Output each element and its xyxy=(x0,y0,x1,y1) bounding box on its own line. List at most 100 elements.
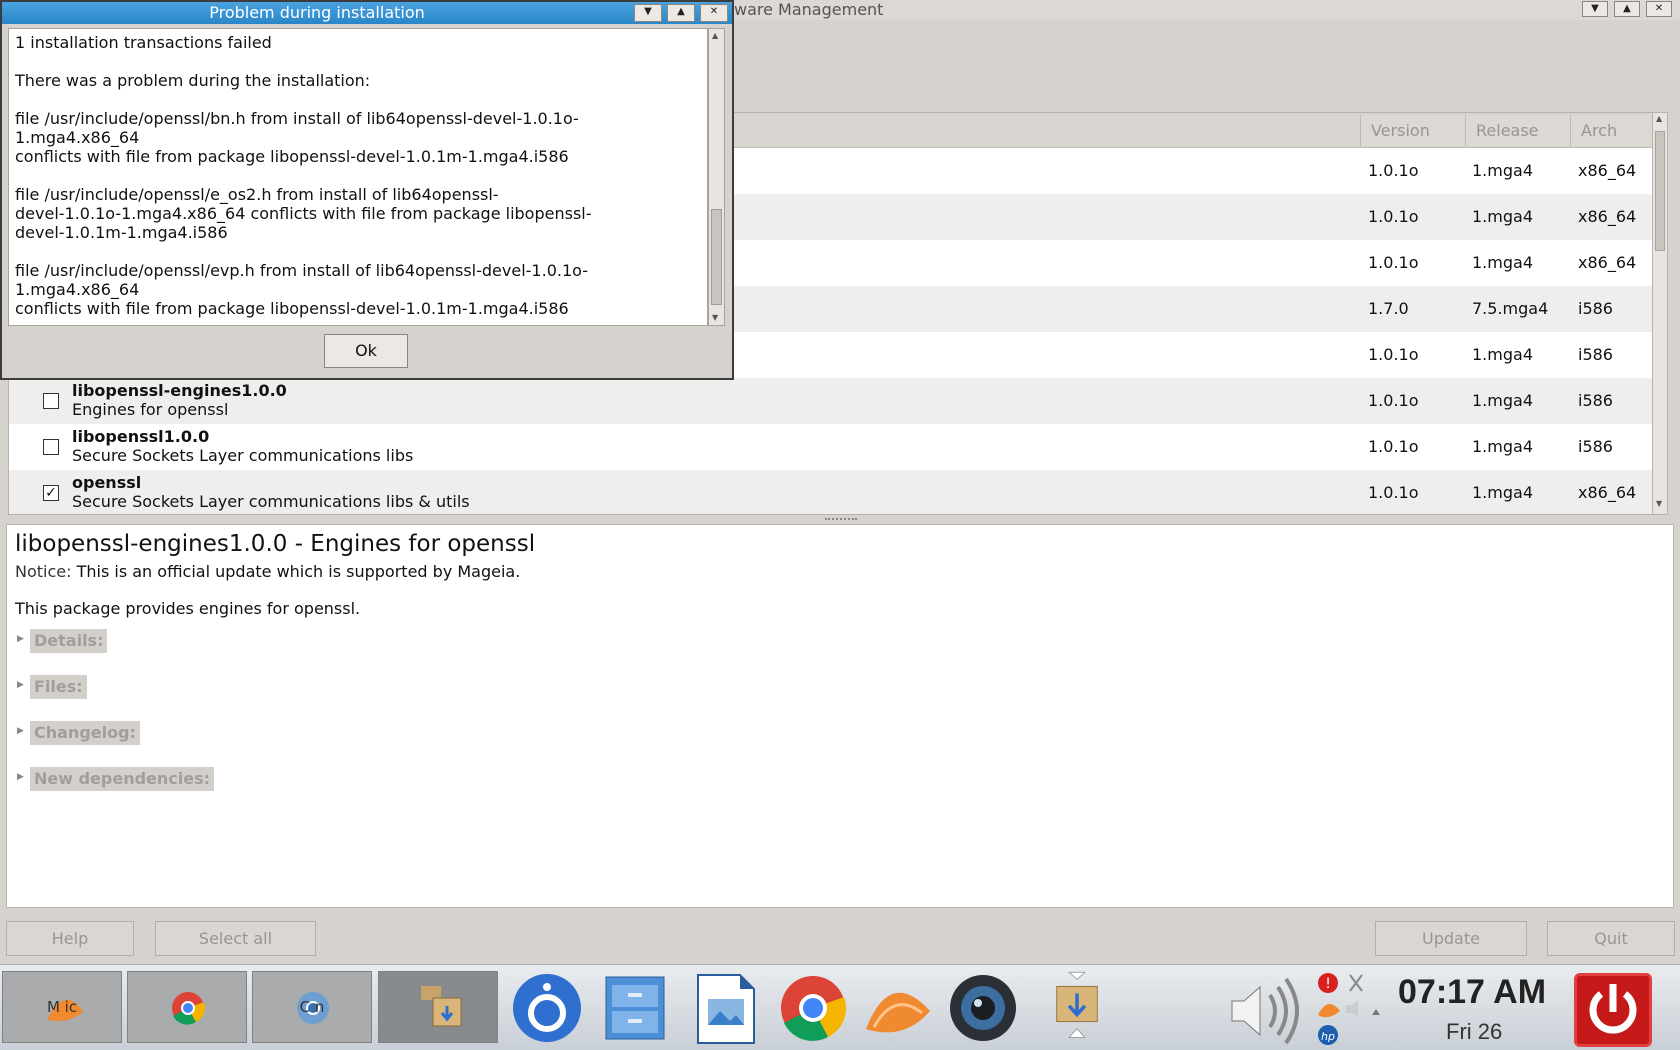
scrollbar-thumb[interactable] xyxy=(711,209,722,305)
svg-text:!: ! xyxy=(1325,976,1331,992)
clementine-icon[interactable] xyxy=(860,971,934,1045)
expander-label: Files: xyxy=(30,675,87,699)
expander-arrow-icon: ▶ xyxy=(17,634,24,644)
version-cell: 1.0.1o xyxy=(1368,437,1419,456)
arch-cell: x86_64 xyxy=(1578,207,1637,226)
arch-cell: x86_64 xyxy=(1578,253,1637,272)
version-cell: 1.0.1o xyxy=(1368,345,1419,364)
release-cell: 1.mga4 xyxy=(1472,345,1533,364)
error-message-text: 1 installation transactions failed There… xyxy=(8,28,708,326)
description-notice: Notice: This is an official update which… xyxy=(15,562,520,582)
column-version[interactable]: Version xyxy=(1360,115,1465,146)
expander-arrow-icon: ▶ xyxy=(17,726,24,736)
dialog-close-button[interactable]: ✕ xyxy=(700,4,728,22)
error-dialog: Problem during installation ▼ ▲ ✕ 1 inst… xyxy=(0,0,734,380)
package-installer-icon xyxy=(421,986,462,1027)
close-button[interactable]: ✕ xyxy=(1646,1,1672,17)
arch-cell: i586 xyxy=(1578,437,1613,456)
writer-icon[interactable] xyxy=(688,971,762,1045)
power-button[interactable] xyxy=(1574,973,1652,1047)
select-all-button[interactable]: Select all xyxy=(155,921,316,956)
release-cell: 7.5.mga4 xyxy=(1472,299,1549,318)
package-summary: Engines for openssl xyxy=(72,400,229,419)
dialog-maximize-button[interactable]: ▲ xyxy=(667,4,695,22)
description-title: libopenssl-engines1.0.0 - Engines for op… xyxy=(15,531,536,557)
arch-cell: i586 xyxy=(1578,299,1613,318)
minimize-button[interactable]: ▼ xyxy=(1582,1,1608,17)
package-checkbox[interactable] xyxy=(43,393,59,409)
release-cell: 1.mga4 xyxy=(1472,207,1533,226)
power-icon xyxy=(1589,984,1637,1034)
file-manager-icon[interactable] xyxy=(598,971,672,1045)
table-scrollbar[interactable]: ▲ ▼ xyxy=(1652,112,1668,515)
dialog-title: Problem during installation xyxy=(209,3,425,22)
scroll-down-icon[interactable]: ▼ xyxy=(1656,499,1662,508)
task-chromium[interactable]: C n xyxy=(252,971,372,1043)
version-cell: 1.0.1o xyxy=(1368,253,1419,272)
notice-text: This is an official update which is supp… xyxy=(71,562,521,581)
svg-text:hp: hp xyxy=(1321,1030,1335,1043)
scroll-up-icon[interactable]: ▲ xyxy=(1656,114,1662,123)
ok-button[interactable]: Ok xyxy=(324,334,408,368)
column-arch[interactable]: Arch xyxy=(1570,115,1655,146)
version-cell: 1.0.1o xyxy=(1368,161,1419,180)
dialog-scrollbar[interactable]: ▲ ▼ xyxy=(708,28,725,326)
package-summary: Secure Sockets Layer communications libs… xyxy=(72,492,470,511)
release-cell: 1.mga4 xyxy=(1472,483,1533,502)
package-name: libopenssl1.0.0 xyxy=(72,427,210,446)
release-cell: 1.mga4 xyxy=(1472,391,1533,410)
task-label: C n xyxy=(299,998,325,1016)
chrome-icon[interactable] xyxy=(776,971,850,1045)
scrollbar-thumb[interactable] xyxy=(1655,131,1665,251)
task-package-installer[interactable] xyxy=(378,971,498,1043)
arch-cell: i586 xyxy=(1578,345,1613,364)
task-clementine[interactable]: M ic xyxy=(2,971,122,1043)
version-cell: 1.0.1o xyxy=(1368,207,1419,226)
maximize-button[interactable]: ▲ xyxy=(1614,1,1640,17)
arch-cell: x86_64 xyxy=(1578,161,1637,180)
package-checkbox[interactable] xyxy=(43,439,59,455)
notice-label: Notice: xyxy=(15,562,72,581)
clock[interactable]: 07:17 AM xyxy=(1398,973,1546,1012)
mageia-control-center-icon[interactable] xyxy=(510,971,584,1045)
package-name: openssl xyxy=(72,473,142,492)
pane-splitter-handle[interactable] xyxy=(825,518,857,521)
arch-cell: i586 xyxy=(1578,391,1613,410)
release-cell: 1.mga4 xyxy=(1472,253,1533,272)
task-label: M ic xyxy=(46,998,78,1016)
system-tray-icons[interactable]: ! hp xyxy=(1316,971,1384,1047)
description-body: This package provides engines for openss… xyxy=(15,599,361,618)
package-name: libopenssl-engines1.0.0 xyxy=(72,381,287,400)
table-row[interactable]: libopenssl-engines1.0.0 Engines for open… xyxy=(9,378,1654,424)
taskbar: M ic C n ! hp 07:17 AM Fri 26 xyxy=(0,964,1680,1050)
package-update-icon[interactable] xyxy=(1040,967,1114,1041)
arch-cell: x86_64 xyxy=(1578,483,1637,502)
scroll-up-icon[interactable]: ▲ xyxy=(712,31,718,40)
chrome-icon xyxy=(172,992,206,1025)
version-cell: 1.7.0 xyxy=(1368,299,1409,318)
expander-label: Changelog: xyxy=(30,721,140,745)
task-chrome[interactable] xyxy=(127,971,247,1043)
release-cell: 1.mga4 xyxy=(1472,161,1533,180)
expander-arrow-icon: ▶ xyxy=(17,772,24,782)
help-button[interactable]: Help xyxy=(6,921,134,956)
expander-label: Details: xyxy=(30,629,108,653)
update-button[interactable]: Update xyxy=(1375,921,1527,956)
version-cell: 1.0.1o xyxy=(1368,391,1419,410)
dialog-titlebar[interactable]: Problem during installation ▼ ▲ ✕ xyxy=(2,2,732,24)
scroll-down-icon[interactable]: ▼ xyxy=(712,313,718,322)
table-row[interactable]: libopenssl1.0.0 Secure Sockets Layer com… xyxy=(9,424,1654,470)
dialog-minimize-button[interactable]: ▼ xyxy=(634,4,662,22)
column-release[interactable]: Release xyxy=(1465,115,1570,146)
camera-icon[interactable] xyxy=(946,971,1020,1045)
quit-button[interactable]: Quit xyxy=(1547,921,1675,956)
expander-label: New dependencies: xyxy=(30,767,215,791)
package-checkbox[interactable]: ✓ xyxy=(43,485,59,501)
volume-icon[interactable] xyxy=(1226,973,1310,1049)
main-window-title: ware Management xyxy=(734,0,884,19)
description-pane: libopenssl-engines1.0.0 - Engines for op… xyxy=(6,524,1674,908)
package-summary: Secure Sockets Layer communications libs xyxy=(72,446,414,465)
table-row[interactable]: ✓ openssl Secure Sockets Layer communica… xyxy=(9,470,1654,514)
date[interactable]: Fri 26 xyxy=(1446,1019,1502,1045)
expander-arrow-icon: ▶ xyxy=(17,680,24,690)
